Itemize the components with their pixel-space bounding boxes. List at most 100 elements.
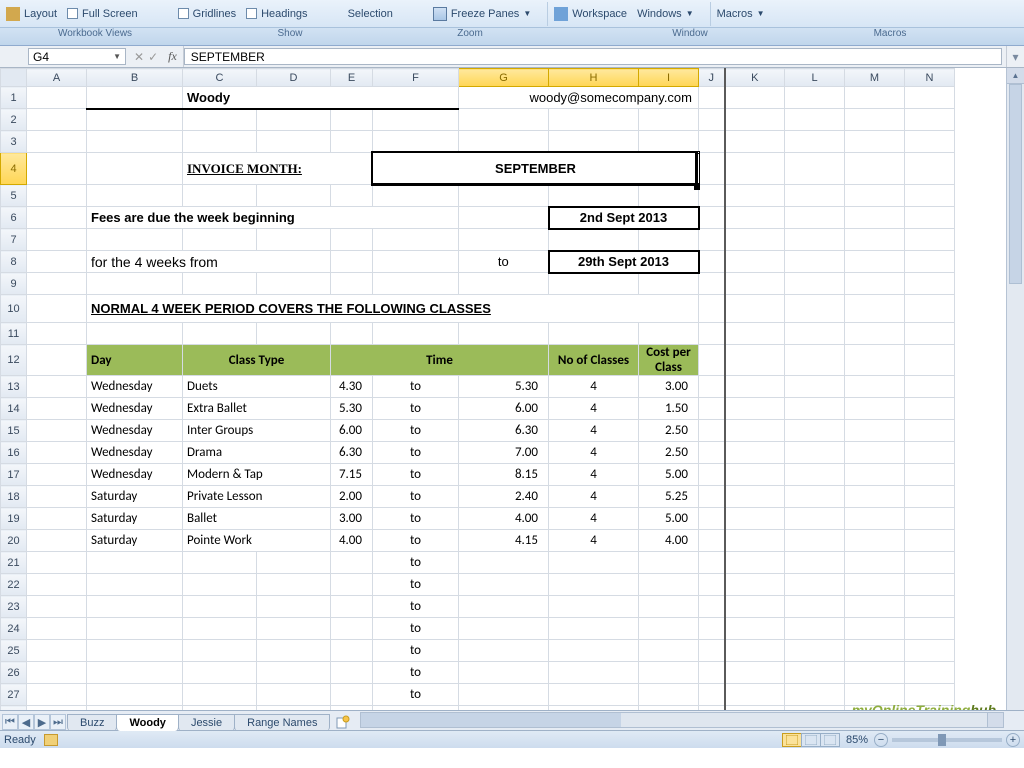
cell-B22[interactable]	[87, 574, 183, 596]
cell-C5[interactable]	[183, 185, 257, 207]
cell-C9[interactable]	[183, 273, 257, 295]
cell-F13[interactable]: to	[373, 376, 459, 398]
cell-N25[interactable]	[905, 640, 955, 662]
cell-B2[interactable]	[87, 109, 183, 131]
cell-N16[interactable]	[905, 442, 955, 464]
column-header-K[interactable]: K	[725, 69, 785, 87]
cell-H12[interactable]: No of Classes	[549, 345, 639, 376]
cell-J18[interactable]	[699, 486, 725, 508]
cell-B4[interactable]	[87, 153, 183, 185]
cell-K9[interactable]	[725, 273, 785, 295]
cell-H19[interactable]: 4	[549, 508, 639, 530]
row-header-15[interactable]: 15	[1, 420, 27, 442]
cell-G22[interactable]	[459, 574, 549, 596]
cell-K14[interactable]	[725, 398, 785, 420]
cell-B12[interactable]: Day	[87, 345, 183, 376]
scroll-thumb[interactable]	[361, 713, 621, 727]
cell-J26[interactable]	[699, 662, 725, 684]
column-header-G[interactable]: G	[459, 69, 549, 87]
cell-M5[interactable]	[845, 185, 905, 207]
scroll-thumb[interactable]	[1009, 84, 1022, 284]
column-header-L[interactable]: L	[785, 69, 845, 87]
cell-M21[interactable]	[845, 552, 905, 574]
name-box[interactable]: G4 ▼	[28, 48, 126, 65]
cell-K22[interactable]	[725, 574, 785, 596]
cell-K11[interactable]	[725, 323, 785, 345]
cell-I26[interactable]	[639, 662, 699, 684]
cell-N5[interactable]	[905, 185, 955, 207]
zoom-out-button[interactable]: −	[874, 733, 888, 747]
cell-A22[interactable]	[27, 574, 87, 596]
cell-H9[interactable]	[549, 273, 639, 295]
column-header-J[interactable]: J	[699, 69, 725, 87]
cell-D7[interactable]	[257, 229, 331, 251]
cell-F27[interactable]: to	[373, 684, 459, 706]
row-header-12[interactable]: 12	[1, 345, 27, 376]
cell-F22[interactable]: to	[373, 574, 459, 596]
cell-J3[interactable]	[699, 131, 725, 153]
chevron-down-icon[interactable]: ▼	[113, 52, 121, 61]
cell-N20[interactable]	[905, 530, 955, 552]
cell-A1[interactable]	[27, 87, 87, 109]
cell-J13[interactable]	[699, 376, 725, 398]
cell-C20[interactable]: Pointe Work	[183, 530, 331, 552]
cell-C7[interactable]	[183, 229, 257, 251]
cell-I24[interactable]	[639, 618, 699, 640]
cell-C15[interactable]: Inter Groups	[183, 420, 331, 442]
cell-L24[interactable]	[785, 618, 845, 640]
cell-K1[interactable]	[725, 87, 785, 109]
cell-K6[interactable]	[725, 207, 785, 229]
cell-L26[interactable]	[785, 662, 845, 684]
cell-A16[interactable]	[27, 442, 87, 464]
checkbox-icon[interactable]	[178, 8, 189, 19]
cell-F23[interactable]: to	[373, 596, 459, 618]
cell-I25[interactable]	[639, 640, 699, 662]
cell-C27[interactable]	[183, 684, 257, 706]
cell-A15[interactable]	[27, 420, 87, 442]
cell-N2[interactable]	[905, 109, 955, 131]
row-header-1[interactable]: 1	[1, 87, 27, 109]
row-header-20[interactable]: 20	[1, 530, 27, 552]
cell-B23[interactable]	[87, 596, 183, 618]
cell-F7[interactable]	[373, 229, 459, 251]
cell-F3[interactable]	[373, 131, 459, 153]
cell-A27[interactable]	[27, 684, 87, 706]
cell-M23[interactable]	[845, 596, 905, 618]
cell-G24[interactable]	[459, 618, 549, 640]
cell-N14[interactable]	[905, 398, 955, 420]
cell-E14[interactable]: 5.30	[331, 398, 373, 420]
cell-J11[interactable]	[699, 323, 725, 345]
cell-L21[interactable]	[785, 552, 845, 574]
row-header-8[interactable]: 8	[1, 251, 27, 273]
cell-A21[interactable]	[27, 552, 87, 574]
cell-G18[interactable]: 2.40	[459, 486, 549, 508]
cell-H3[interactable]	[549, 131, 639, 153]
cell-J6[interactable]	[699, 207, 725, 229]
ribbon-freezepanes-label[interactable]: Freeze Panes	[451, 8, 519, 20]
checkbox-icon[interactable]	[246, 8, 257, 19]
cell-K23[interactable]	[725, 596, 785, 618]
cell-B3[interactable]	[87, 131, 183, 153]
cell-C22[interactable]	[183, 574, 257, 596]
checkbox-icon[interactable]	[67, 8, 78, 19]
cell-A26[interactable]	[27, 662, 87, 684]
cell-L10[interactable]	[785, 295, 845, 323]
cell-L25[interactable]	[785, 640, 845, 662]
cell-E17[interactable]: 7.15	[331, 464, 373, 486]
cell-L11[interactable]	[785, 323, 845, 345]
cell-D21[interactable]	[257, 552, 331, 574]
cell-N26[interactable]	[905, 662, 955, 684]
cell-J23[interactable]	[699, 596, 725, 618]
cell-G14[interactable]: 6.00	[459, 398, 549, 420]
cell-I13[interactable]: 3.00	[639, 376, 699, 398]
cell-F11[interactable]	[373, 323, 459, 345]
cell-K13[interactable]	[725, 376, 785, 398]
cell-B13[interactable]: Wednesday	[87, 376, 183, 398]
cell-H7[interactable]	[549, 229, 639, 251]
cell-E27[interactable]	[331, 684, 373, 706]
cell-K10[interactable]	[725, 295, 785, 323]
cell-E15[interactable]: 6.00	[331, 420, 373, 442]
cell-I11[interactable]	[639, 323, 699, 345]
cell-M9[interactable]	[845, 273, 905, 295]
cell-D22[interactable]	[257, 574, 331, 596]
